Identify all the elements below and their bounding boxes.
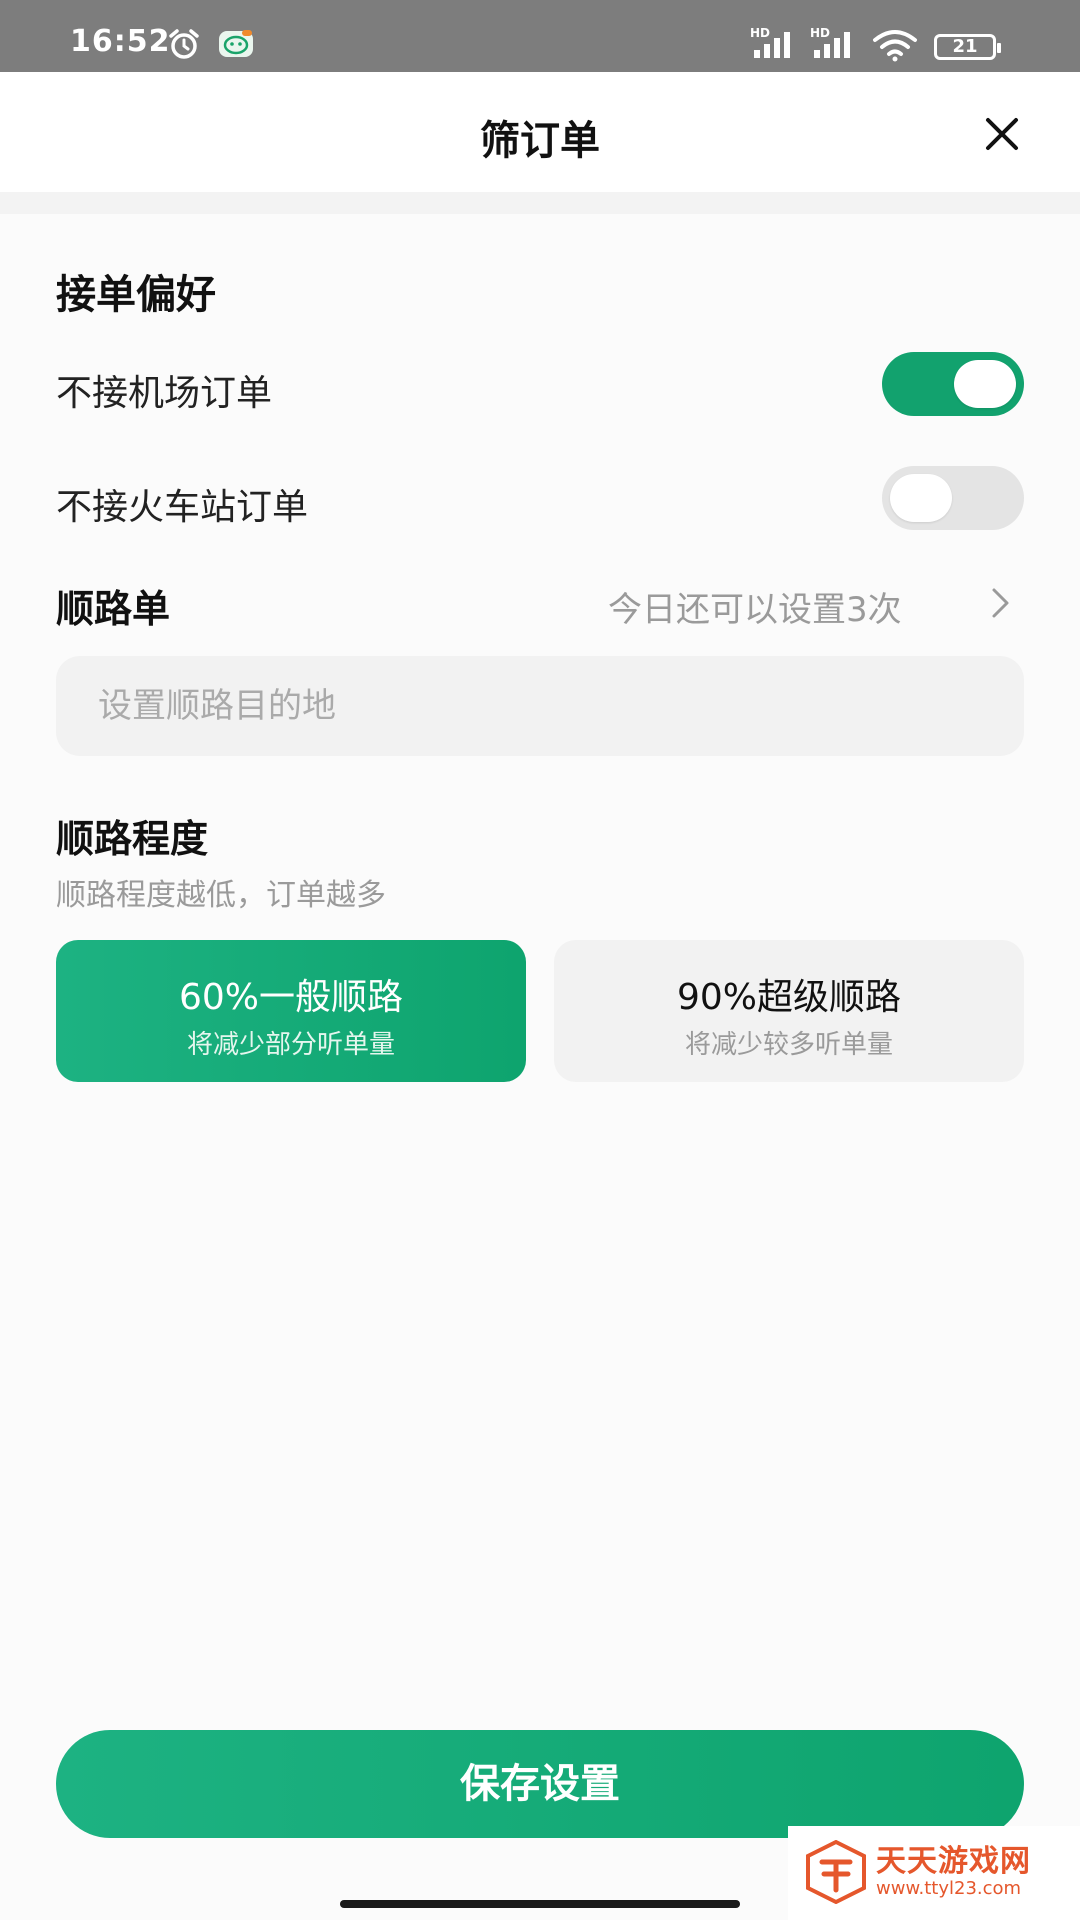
toggle-knob [890, 474, 952, 522]
screen: 16:52 HD HD 21 筛订单 接单偏好 不接机场订单 不接火车站订单 顺… [0, 0, 1080, 1920]
status-bar: 16:52 HD HD 21 [0, 0, 1080, 72]
route-degree-description: 顺路程度越低，订单越多 [56, 878, 386, 913]
option-title: 90%超级顺路 [676, 977, 902, 1018]
option-subtitle: 将减少部分听单量 [186, 1030, 395, 1060]
app-icon [218, 30, 254, 62]
toggle-label-train-station: 不接火车站订单 [56, 487, 309, 528]
section-title: 接单偏好 [56, 272, 216, 318]
signal-icon: HD [810, 26, 862, 64]
train-station-order-toggle[interactable] [882, 466, 1024, 530]
signal-hd-label: HD [750, 26, 771, 40]
watermark-name: 天天游戏网 [876, 1844, 1031, 1879]
option-card-90[interactable]: 90%超级顺路 将减少较多听单量 [554, 940, 1024, 1082]
toggle-knob [954, 360, 1016, 408]
option-card-60[interactable]: 60%一般顺路 将减少部分听单量 [56, 940, 526, 1082]
signal-hd-label: HD [810, 26, 831, 40]
watermark: 天天游戏网 www.ttyl23.com [788, 1826, 1080, 1920]
battery-icon: 21 [934, 34, 1001, 60]
option-subtitle: 将减少较多听单量 [684, 1030, 893, 1060]
status-time: 16:52 [70, 24, 171, 59]
route-degree-title: 顺路程度 [56, 817, 209, 861]
home-indicator[interactable] [340, 1900, 740, 1908]
alarm-icon [166, 28, 202, 64]
close-icon [986, 118, 1018, 150]
close-button[interactable] [978, 110, 1026, 158]
route-order-title: 顺路单 [56, 587, 171, 631]
page-title: 筛订单 [480, 118, 600, 164]
toggle-label-airport: 不接机场订单 [56, 373, 273, 414]
save-button[interactable]: 保存设置 [56, 1730, 1024, 1838]
route-limit-link[interactable]: 今日还可以设置3次 [608, 582, 902, 631]
wifi-icon [872, 28, 918, 66]
signal-icon: HD [750, 26, 802, 64]
divider [0, 192, 1080, 214]
airport-order-toggle[interactable] [882, 352, 1024, 416]
battery-level: 21 [952, 36, 978, 57]
chevron-right-icon[interactable] [990, 586, 1012, 624]
header: 筛订单 [0, 72, 1080, 192]
destination-input[interactable]: 设置顺路目的地 [56, 656, 1024, 756]
watermark-url: www.ttyl23.com [876, 1878, 1022, 1899]
option-title: 60%一般顺路 [178, 977, 404, 1018]
watermark-logo-icon [806, 1839, 866, 1908]
